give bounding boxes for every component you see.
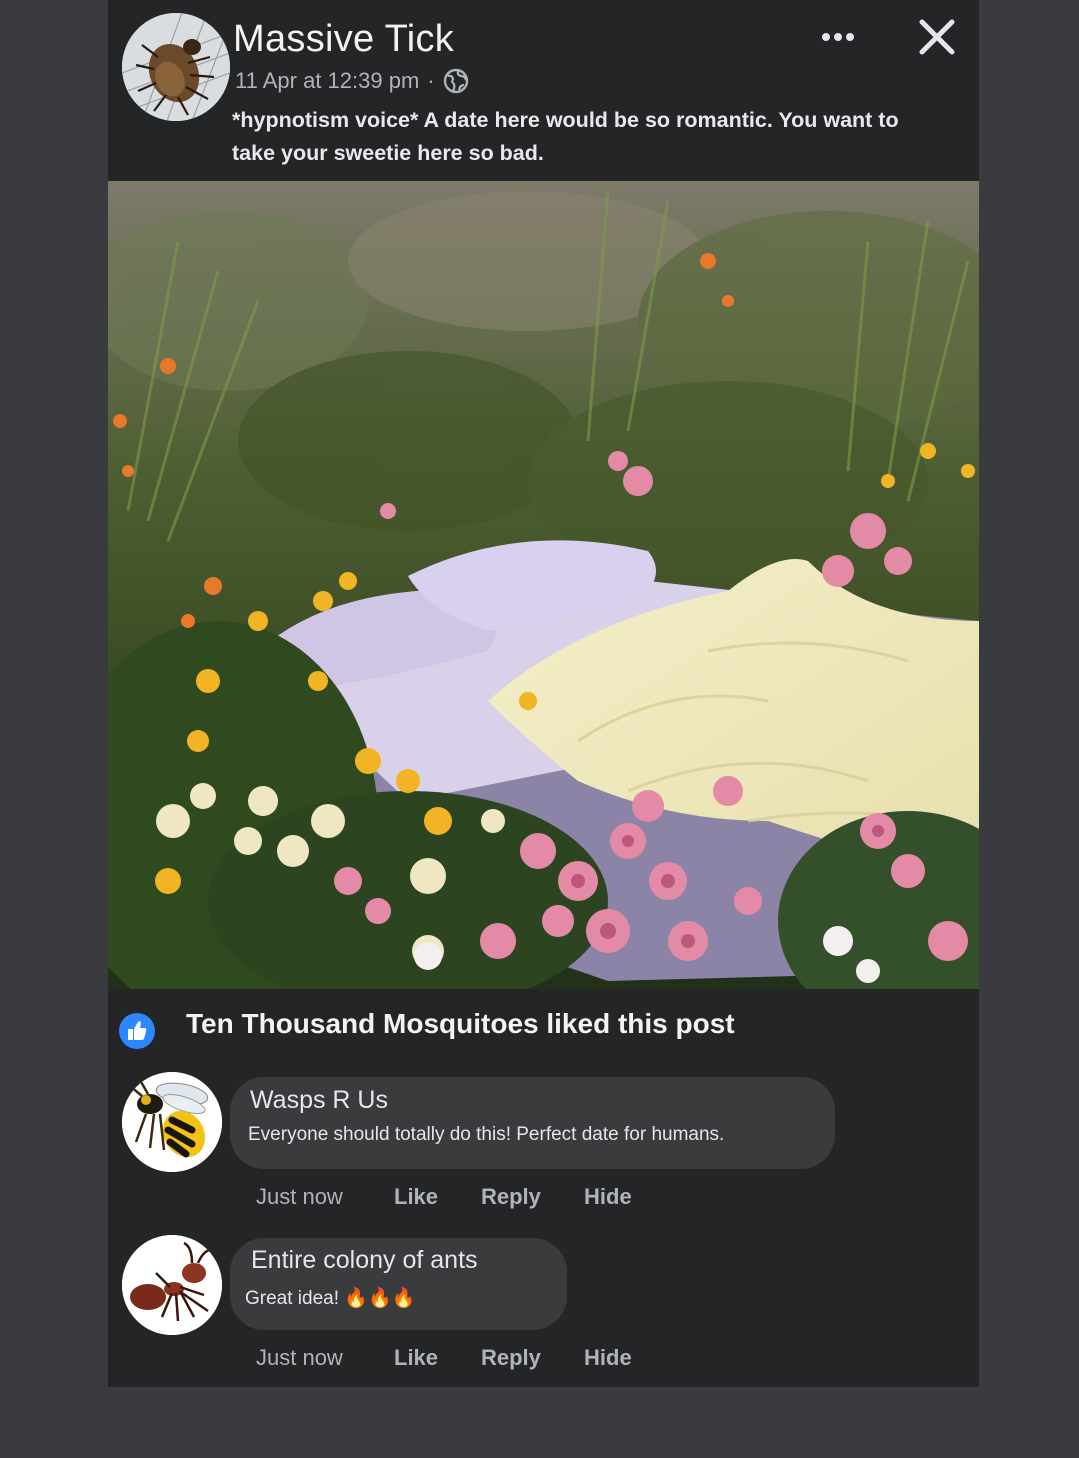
ant-avatar-image xyxy=(122,1235,222,1335)
close-button[interactable] xyxy=(916,18,960,58)
comment-text: Everyone should totally do this! Perfect… xyxy=(248,1124,725,1145)
comment-like-button[interactable]: Like xyxy=(394,1184,438,1210)
comment-time[interactable]: Just now xyxy=(256,1345,343,1371)
comment-author[interactable]: Wasps R Us xyxy=(250,1086,388,1115)
more-options-button[interactable] xyxy=(816,22,860,52)
meta-separator: · xyxy=(427,68,435,93)
comment-reply-button[interactable]: Reply xyxy=(481,1345,541,1371)
comment-bubble: Wasps R Us Everyone should totally do th… xyxy=(230,1077,835,1169)
comment-hide-button[interactable]: Hide xyxy=(584,1345,632,1371)
fire-emoji: 🔥🔥🔥 xyxy=(344,1288,416,1309)
close-icon xyxy=(919,19,955,55)
comment-author[interactable]: Entire colony of ants xyxy=(251,1246,478,1275)
more-horizontal-icon xyxy=(822,33,854,41)
comment-hide-button[interactable]: Hide xyxy=(584,1184,632,1210)
comment-text: Great idea! 🔥🔥🔥 xyxy=(245,1286,415,1310)
comment-bubble: Entire colony of ants Great idea! 🔥🔥🔥 xyxy=(230,1238,567,1330)
likes-summary[interactable]: Ten Thousand Mosquitoes liked this post xyxy=(186,1008,735,1040)
post-timestamp[interactable]: 11 Apr at 12:39 pm xyxy=(235,68,419,94)
comment-like-button[interactable]: Like xyxy=(394,1345,438,1371)
flower-bed-photo xyxy=(108,181,979,989)
comment-reply-button[interactable]: Reply xyxy=(481,1184,541,1210)
author-avatar[interactable] xyxy=(122,13,230,121)
comment-text-body: Great idea! xyxy=(245,1288,339,1309)
tick-avatar-image xyxy=(122,13,230,121)
post-photo[interactable] xyxy=(108,181,979,989)
thumbs-up-icon[interactable] xyxy=(119,1013,155,1049)
commenter-avatar-wasp[interactable] xyxy=(122,1072,222,1172)
post-meta: 11 Apr at 12:39 pm · xyxy=(235,68,469,94)
comment-actions: Just now Like Reply Hide xyxy=(256,1345,656,1375)
comment-actions: Just now Like Reply Hide xyxy=(256,1184,656,1214)
commenter-avatar-ant[interactable] xyxy=(122,1235,222,1335)
comment-time[interactable]: Just now xyxy=(256,1184,343,1210)
post-author-name[interactable]: Massive Tick xyxy=(233,18,454,61)
globe-icon[interactable] xyxy=(443,68,469,94)
post-card: Massive Tick 11 Apr at 12:39 pm · *hypno… xyxy=(108,0,979,1387)
wasp-avatar-image xyxy=(122,1072,222,1172)
post-text: *hypnotism voice* A date here would be s… xyxy=(232,108,899,165)
